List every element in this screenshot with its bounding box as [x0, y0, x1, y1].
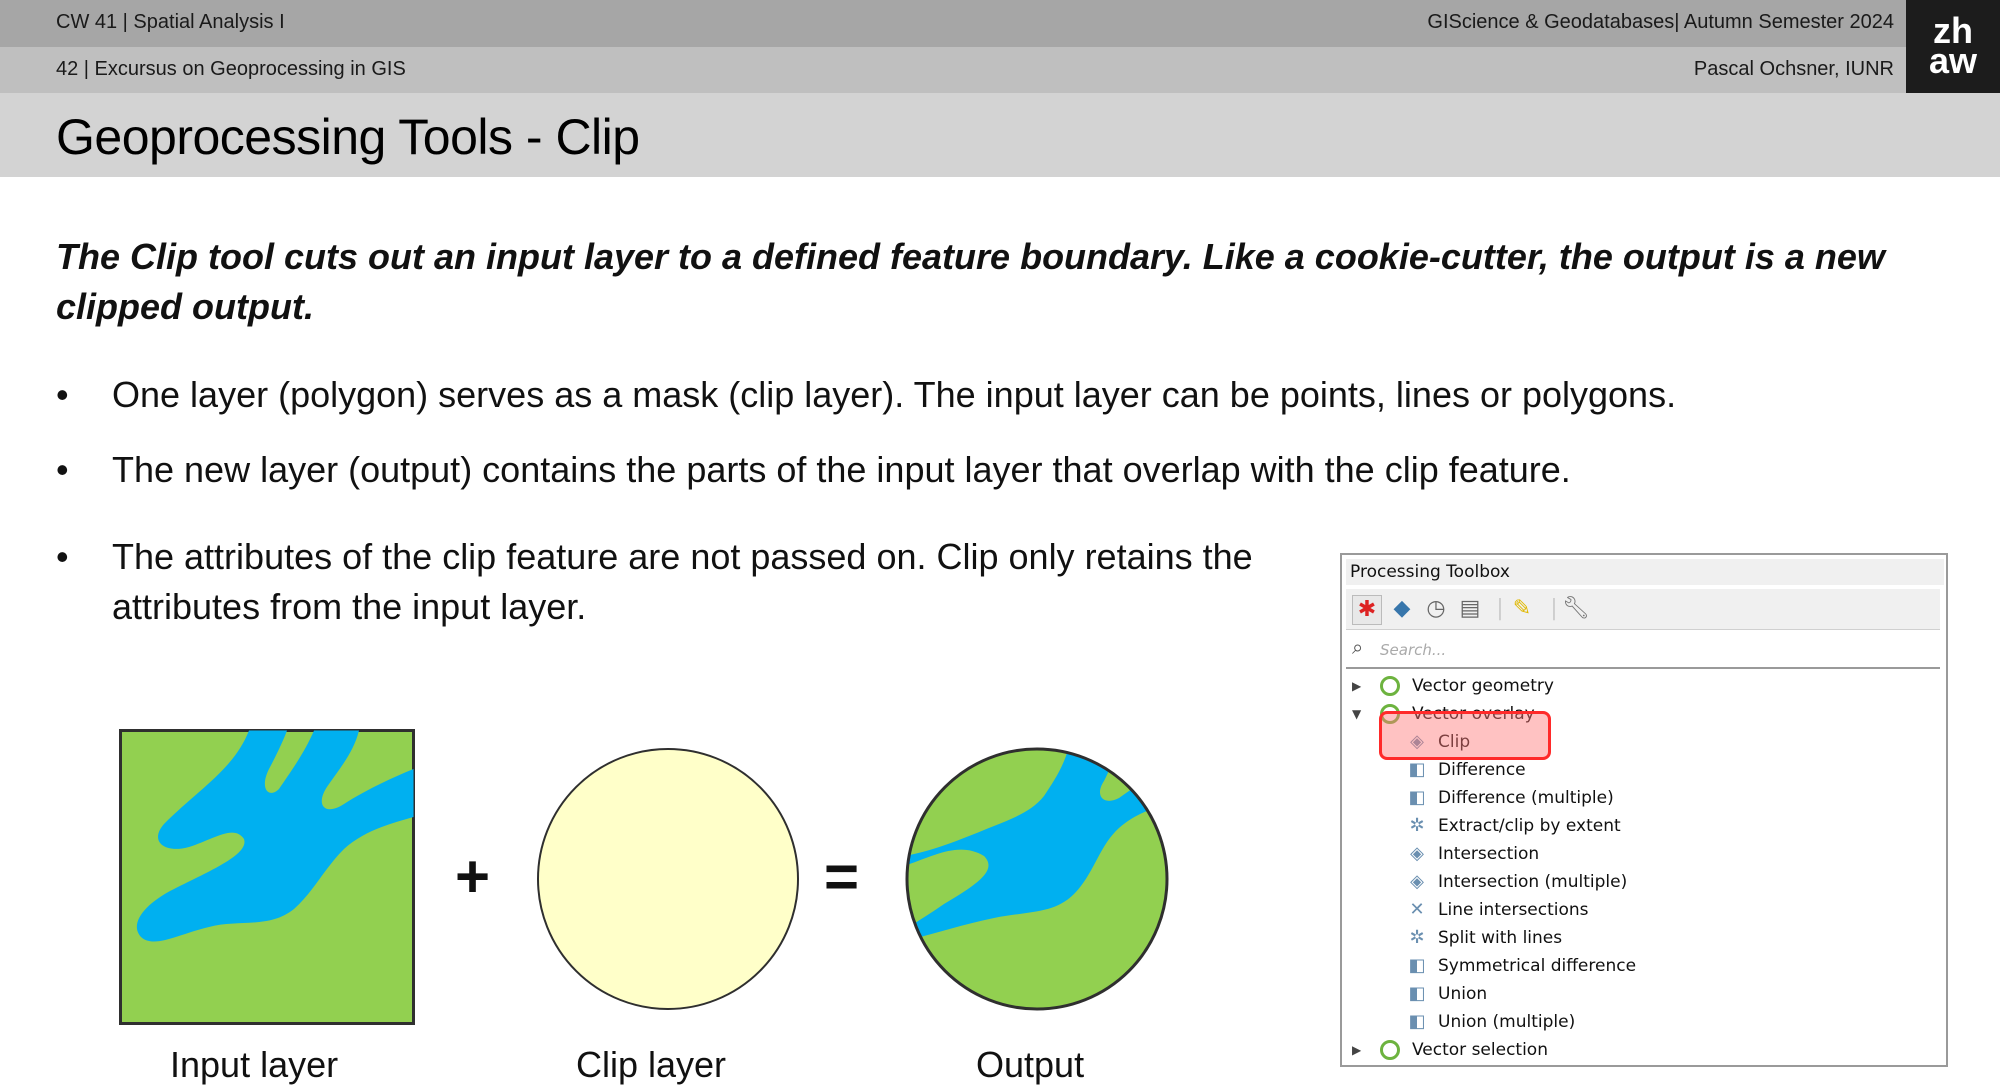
- bullet-dot: •: [56, 536, 69, 577]
- group-label: Vector geometry: [1412, 676, 1554, 696]
- search-placeholder: Search...: [1380, 641, 1447, 659]
- tool-label: Split with lines: [1438, 928, 1563, 948]
- search-icon: ⌕: [1352, 635, 1364, 659]
- tool-label: Extract/clip by extent: [1438, 816, 1621, 836]
- split-gear-icon: ✲: [1409, 927, 1425, 948]
- bullet-item-1: • One layer (polygon) serves as a mask (…: [56, 370, 1936, 420]
- processing-toolbox-panel: Processing Toolbox ✱ ◆ ◷ ▤ | ✎ | 🔧︎ ⌕ Se…: [1340, 553, 1948, 1067]
- intersection-tool-icon: ◈: [1410, 843, 1424, 864]
- qgis-provider-icon: [1380, 1040, 1400, 1060]
- results-icon[interactable]: ▤: [1456, 595, 1484, 623]
- bullet-item-3: • The attributes of the clip feature are…: [56, 532, 1286, 642]
- tool-label: Intersection: [1438, 844, 1540, 864]
- plus-operator: +: [455, 843, 491, 910]
- toolbox-search[interactable]: ⌕ Search...: [1346, 633, 1940, 669]
- bullet-text: The new layer (output) contains the part…: [112, 449, 1571, 490]
- union-tool-icon: ◧: [1408, 983, 1426, 1004]
- clip-layer-graphic: [537, 748, 799, 1010]
- bullet-dot: •: [56, 374, 69, 415]
- slide-title: Geoprocessing Tools - Clip: [56, 109, 640, 165]
- equals-operator: =: [824, 843, 860, 910]
- union-multiple-tool-icon: ◧: [1408, 1011, 1426, 1032]
- clip-layer-label: Clip layer: [576, 1044, 727, 1085]
- clip-highlight-box: [1379, 711, 1551, 760]
- history-icon[interactable]: ◷: [1422, 595, 1450, 623]
- tool-label: Intersection (multiple): [1438, 872, 1628, 892]
- slide-reference: 42 | Excursus on Geoprocessing in GIS: [56, 58, 406, 80]
- clip-circle: [537, 748, 799, 1010]
- options-wrench-icon[interactable]: 🔧︎: [1562, 595, 1590, 623]
- tool-label: Difference (multiple): [1438, 788, 1614, 808]
- toolbox-title: Processing Toolbox: [1346, 559, 1944, 585]
- author-name: Pascal Ochsner, IUNR: [1693, 58, 1894, 80]
- models-icon[interactable]: ✱: [1352, 595, 1382, 625]
- bullet-item-2: • The new layer (output) contains the pa…: [56, 445, 1936, 495]
- tool-label: Line intersections: [1438, 900, 1589, 920]
- input-layer-label: Input layer: [170, 1044, 339, 1085]
- zhaw-logo: zh aw: [1906, 0, 2000, 93]
- input-layer-graphic: [119, 729, 415, 1025]
- bullet-text: One layer (polygon) serves as a mask (cl…: [112, 374, 1677, 415]
- group-label: Vector selection: [1412, 1040, 1548, 1060]
- collapse-arrow-icon[interactable]: ▼: [1352, 700, 1361, 728]
- bullet-dot: •: [56, 449, 69, 490]
- qgis-provider-icon: [1380, 676, 1400, 696]
- intro-text: The Clip tool cuts out an input layer to…: [56, 236, 1885, 327]
- tool-label: Union (multiple): [1438, 1012, 1576, 1032]
- logo-line-2: aw: [1928, 40, 1978, 81]
- python-icon[interactable]: ◆: [1388, 595, 1416, 623]
- difference-multiple-tool-icon: ◧: [1408, 787, 1426, 808]
- extract-gear-icon: ✲: [1409, 815, 1425, 836]
- difference-tool-icon: ◧: [1408, 759, 1426, 780]
- toolbox-icon-bar: ✱ ◆ ◷ ▤ | ✎ | 🔧︎: [1346, 589, 1940, 630]
- tool-label: Symmetrical difference: [1438, 956, 1637, 976]
- course-week: CW 41 | Spatial Analysis I: [56, 11, 285, 33]
- edit-features-icon[interactable]: ✎: [1508, 595, 1536, 623]
- tool-label: Union: [1438, 984, 1488, 1004]
- tool-label: Difference: [1438, 760, 1526, 780]
- expand-arrow-icon[interactable]: ▶: [1352, 1036, 1361, 1064]
- bullet-text: The attributes of the clip feature are n…: [112, 536, 1253, 627]
- course-name: GIScience & Geodatabases| Autumn Semeste…: [1427, 11, 1894, 33]
- output-label: Output: [976, 1044, 1085, 1085]
- expand-arrow-icon[interactable]: ▶: [1352, 672, 1361, 700]
- line-intersections-icon: ✕: [1409, 899, 1425, 920]
- output-graphic: [905, 747, 1169, 1011]
- intersection-multiple-tool-icon: ◈: [1410, 871, 1424, 892]
- symmetrical-difference-icon: ◧: [1408, 955, 1426, 976]
